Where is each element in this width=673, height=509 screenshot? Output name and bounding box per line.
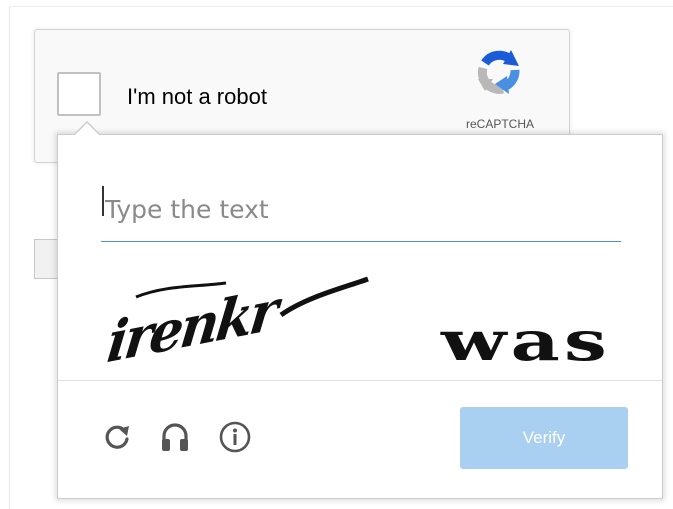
captcha-word-1: irenkr (106, 277, 286, 369)
captcha-word-2: was (440, 309, 611, 369)
reload-icon[interactable] (100, 420, 134, 454)
text-cursor (102, 186, 104, 216)
background-button-edge (34, 239, 58, 279)
recaptcha-logo-text: reCAPTCHA (465, 117, 534, 131)
verify-button[interactable]: Verify (460, 407, 628, 469)
captcha-text-input[interactable] (101, 178, 621, 242)
popup-divider (58, 380, 662, 381)
recaptcha-logo-icon (473, 46, 525, 98)
captcha-image: irenkr was (106, 276, 611, 369)
audio-headphones-icon[interactable] (158, 420, 192, 454)
info-icon[interactable] (218, 420, 252, 454)
challenge-popup: irenkr was Verify (57, 134, 663, 499)
not-a-robot-label: I'm not a robot (127, 84, 267, 109)
not-a-robot-checkbox[interactable] (57, 72, 101, 116)
captcha-word-distorted: irenkr (106, 277, 286, 369)
popup-arrow-fill (75, 123, 99, 135)
